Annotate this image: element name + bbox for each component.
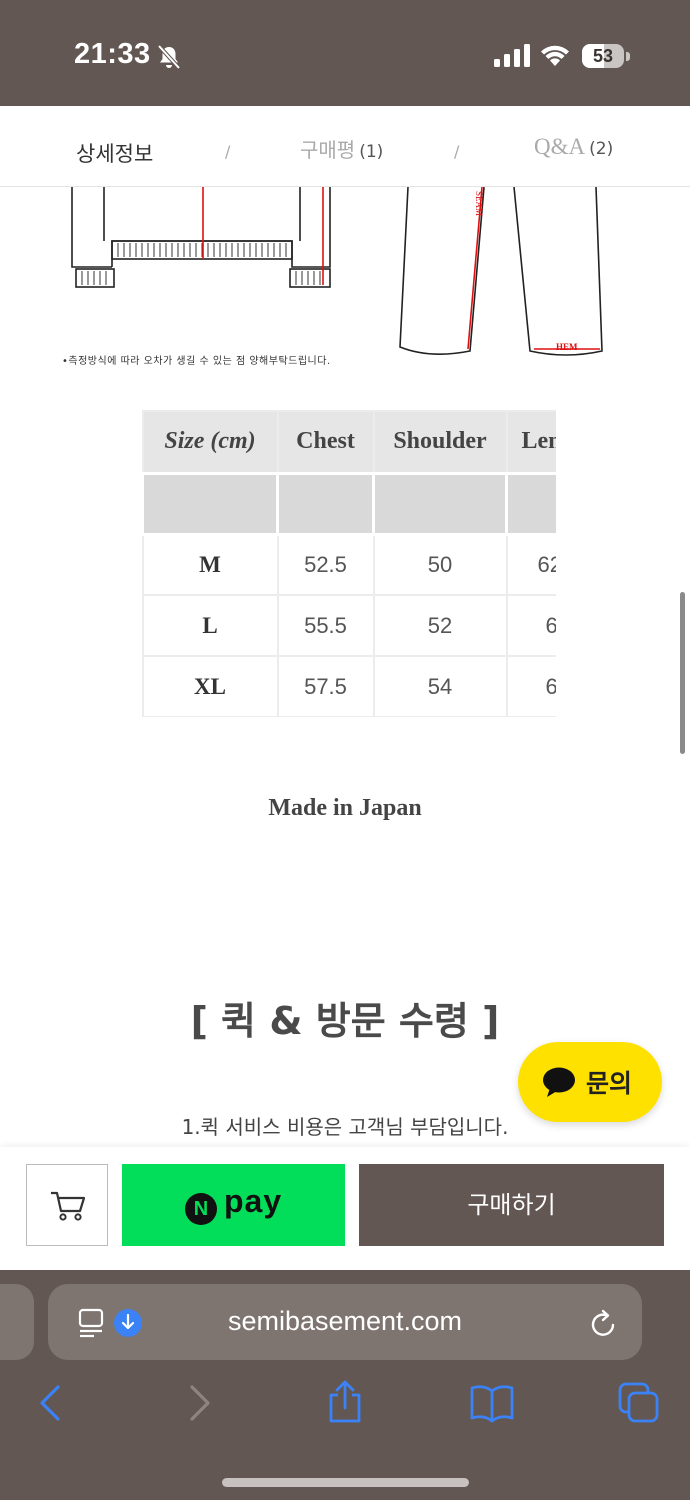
length-cell: 6: [505, 655, 556, 717]
measurement-note: •측정방식에 따라 오차가 생길 수 있는 점 양해부탁드립니다.: [62, 356, 331, 367]
size-table-header: Length: [505, 410, 556, 474]
forward-icon[interactable]: [186, 1383, 214, 1423]
battery-level: 53: [592, 46, 614, 66]
size-cell: XL: [141, 655, 279, 717]
tab-qna-count: (2): [589, 139, 614, 159]
scroll-indicator[interactable]: [680, 592, 685, 754]
tab-review-count: (1): [359, 142, 384, 162]
npay-button[interactable]: N pay: [122, 1164, 345, 1246]
tab-review[interactable]: 구매평 (1): [300, 134, 383, 163]
hem-label: HEM: [556, 342, 578, 352]
pants-drawing: [399, 187, 603, 356]
table-row: M 52.5 50 62: [141, 533, 556, 596]
size-cell: L: [141, 594, 279, 657]
product-tab-bar: 상세정보 / 구매평 (1) / Q&A (2): [0, 106, 690, 187]
tab-review-label: 구매평: [300, 138, 356, 162]
previous-tab-pill[interactable]: [0, 1284, 34, 1360]
status-bar: 21:33 53: [0, 0, 690, 106]
size-table-header-row: Size (cm) Chest Shoulder Length: [141, 410, 556, 474]
share-icon[interactable]: [326, 1380, 364, 1424]
tab-separator: /: [225, 142, 231, 161]
chat-bubble-icon: [543, 1067, 575, 1097]
table-row: XL 57.5 54 6: [141, 655, 556, 717]
purchase-bar: N pay 구매하기: [0, 1147, 690, 1270]
size-cell: M: [141, 533, 279, 596]
signal-icon: [494, 44, 530, 67]
npay-label: pay: [224, 1183, 283, 1219]
bell-slash-icon: [157, 44, 181, 70]
page-root: 21:33 53 상세정보 / 구매평 (1) / Q&A (2) SEAM H…: [0, 0, 690, 1500]
cart-icon: [51, 1191, 86, 1221]
wifi-icon: [541, 45, 569, 66]
cart-button[interactable]: [26, 1164, 108, 1246]
tab-qna-label: Q&A: [534, 134, 586, 159]
shoulder-cell: 52: [372, 594, 508, 657]
size-table-header: Shoulder: [372, 410, 508, 474]
back-icon[interactable]: [36, 1383, 64, 1423]
shoulder-cell: 50: [372, 533, 508, 596]
battery-icon: 53: [582, 42, 630, 70]
origin-text: Made in Japan: [268, 795, 422, 821]
table-row: L 55.5 52 6: [141, 594, 556, 657]
seam-label: SEAM: [474, 191, 484, 216]
table-cell: [276, 471, 375, 536]
quick-pickup-title: [ 퀵 & 방문 수령 ]: [190, 999, 500, 1043]
inquiry-chat-button[interactable]: 문의: [518, 1042, 662, 1122]
buy-button[interactable]: 구매하기: [359, 1164, 664, 1246]
measurement-illustration: SEAM HEM: [71, 187, 603, 356]
chest-cell: 52.5: [276, 533, 375, 596]
size-table-header: Chest: [276, 410, 375, 474]
npay-logo-icon: N: [185, 1193, 217, 1225]
length-cell: 62: [505, 533, 556, 596]
battery-nub: [626, 52, 630, 61]
tab-detail-label: 상세정보: [76, 142, 154, 166]
tab-separator: /: [454, 142, 460, 161]
bookmarks-icon[interactable]: [470, 1383, 514, 1423]
length-cell: 6: [505, 594, 556, 657]
table-cell: [141, 471, 279, 536]
browser-toolbar: semibasement.com: [0, 1270, 690, 1500]
size-table: Size (cm) Chest Shoulder Length M 52.5 5…: [141, 410, 556, 717]
table-cell: [505, 471, 556, 536]
inquiry-label: 문의: [586, 1069, 633, 1098]
chest-cell: 55.5: [276, 594, 375, 657]
chest-cell: 57.5: [276, 655, 375, 717]
shoulder-cell: 54: [372, 655, 508, 717]
top-garment-drawing: [71, 187, 331, 288]
home-indicator: [222, 1478, 469, 1487]
table-cell: [372, 471, 508, 536]
tab-qna[interactable]: Q&A (2): [534, 134, 613, 160]
tab-detail[interactable]: 상세정보: [76, 138, 153, 168]
reload-icon[interactable]: [590, 1308, 618, 1338]
status-time: 21:33: [74, 38, 151, 70]
size-table-header: Size (cm): [141, 410, 279, 474]
size-table-container: Size (cm) Chest Shoulder Length M 52.5 5…: [141, 410, 556, 717]
size-table-spacer-row: [141, 471, 556, 536]
tabs-icon[interactable]: [618, 1382, 660, 1424]
address-bar[interactable]: semibasement.com: [48, 1284, 642, 1360]
url-text[interactable]: semibasement.com: [48, 1306, 642, 1337]
